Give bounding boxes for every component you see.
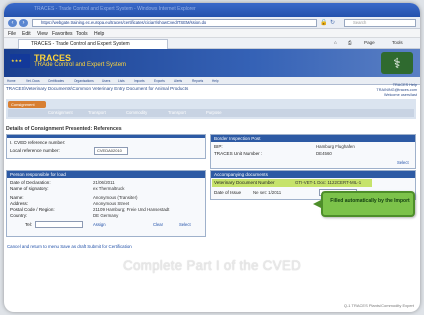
- postal-value: 21109 Hamburg; Freie Und Hansestadt: [93, 207, 170, 212]
- menu-tools[interactable]: Tools: [76, 31, 88, 37]
- menu-view[interactable]: View: [37, 31, 48, 37]
- person-select-link[interactable]: Select: [179, 222, 191, 227]
- traces-unit-label: TRACES Unit Number :: [214, 151, 263, 156]
- auto-fill-callout: Filled automatically by the Import: [313, 191, 415, 217]
- bip-label: BIP:: [214, 144, 223, 149]
- callout-tail: [313, 199, 323, 209]
- address-value: Anonymous Street: [93, 201, 130, 206]
- user-info: TRACES Help TRAINING@traces.com Welcome …: [376, 83, 417, 98]
- reference-panel: I. CVED reference number: Local referenc…: [6, 134, 206, 159]
- country-value: DE Germany: [93, 213, 119, 218]
- vet-doc-value: GTI-VET-1 Doc: 1122CERT-MIL-1: [295, 180, 362, 185]
- progress-consignment[interactable]: Consignment: [8, 101, 46, 108]
- menu-favorites[interactable]: Favorites: [52, 31, 73, 37]
- name-label: Name:: [10, 195, 24, 200]
- tel-input[interactable]: [35, 221, 83, 228]
- traces-menu-home[interactable]: Home: [7, 79, 16, 83]
- tools-menu[interactable]: Tools: [392, 40, 403, 45]
- step-transport-2[interactable]: Transport: [168, 110, 186, 116]
- home-icon[interactable]: ⌂: [334, 40, 337, 45]
- date-declaration-value: 21/06/2011: [93, 180, 115, 185]
- browser-menu-bar: File Edit View Favorites Tools Help: [4, 29, 420, 38]
- assign-link[interactable]: Assign: [93, 222, 106, 227]
- issue-date-label: Date of Issue: [214, 190, 242, 195]
- person-panel-header: Person responsible for load: [7, 171, 205, 178]
- traces-subtitle: TRAde Control and Expert System: [34, 62, 127, 68]
- slide-footer: Q-1 TRACES Plants/Commodity Expert: [343, 303, 414, 308]
- slide-caption: Complete Part I of the CVED: [123, 258, 301, 273]
- traces-menu-alerts[interactable]: Alerts: [174, 79, 182, 83]
- traces-menu-row: Home Vet. Docs Certificates Organisation…: [4, 77, 420, 85]
- bottom-actions[interactable]: Cancel and return to menu Save as draft …: [7, 244, 132, 249]
- traces-menu-exports[interactable]: Exports: [154, 79, 165, 83]
- slide: TRACES - Trade Control and Expert System…: [4, 3, 420, 312]
- breadcrumb: TRACES\Veterinary Documents\Common Veter…: [6, 86, 189, 91]
- address-label: Address:: [10, 201, 29, 206]
- cved-progress: Consignment Validation Consignment Trans…: [6, 99, 416, 119]
- bip-value: Hamburg Flughafen: [316, 144, 355, 149]
- clear-link[interactable]: Clear: [153, 222, 163, 227]
- url-field[interactable]: https://webgate.training.ec.europa.eu/tr…: [32, 19, 317, 27]
- traces-menu-certificates[interactable]: Certificates: [48, 79, 64, 83]
- country-label: Country:: [10, 213, 28, 218]
- step-transport[interactable]: Transport: [88, 110, 106, 116]
- signatory-label: Name of signatory:: [10, 186, 49, 191]
- cved-ref-label: I. CVED reference number:: [10, 140, 66, 145]
- vet-doc-label: Veterinary Document Number: [214, 180, 275, 185]
- traces-menu-help[interactable]: Help: [212, 79, 219, 83]
- accomp-panel-header: Accompanying documents: [211, 171, 415, 178]
- traces-banner: TRACES TRAde Control and Expert System ⚕: [4, 49, 420, 77]
- bip-select-link[interactable]: Select: [397, 160, 409, 165]
- address-bar: ‹ › https://webgate.training.ec.europa.e…: [4, 17, 420, 29]
- menu-edit[interactable]: Edit: [22, 31, 31, 37]
- lock-icon: 🔒: [320, 20, 328, 26]
- tab-bar: TRACES - Trade Control and Expert System…: [4, 38, 420, 49]
- step-purpose[interactable]: Purpose: [206, 110, 222, 116]
- local-ref-label: Local reference number:: [10, 148, 60, 153]
- step-commodity[interactable]: Commodity: [126, 110, 147, 116]
- reference-panel-header: [7, 135, 205, 138]
- refresh-icon[interactable]: ↻: [330, 19, 335, 27]
- date-declaration-label: Date of Declaration:: [10, 180, 51, 185]
- traces-menu-users[interactable]: Users: [102, 79, 110, 83]
- menu-help[interactable]: Help: [94, 31, 104, 37]
- issue-date-note: Ne set: 1/2011: [253, 190, 282, 195]
- eu-flag-icon: [10, 54, 30, 68]
- traces-menu-lists[interactable]: Lists: [118, 79, 125, 83]
- local-ref-input[interactable]: CVEDA02010: [94, 147, 128, 155]
- print-icon[interactable]: ⎙: [348, 40, 352, 45]
- callout-text: Filled automatically by the Import: [330, 198, 410, 204]
- tab-traces[interactable]: TRACES - Trade Control and Expert System: [18, 39, 168, 49]
- person-responsible-panel: Person responsible for load Date of Decl…: [6, 170, 206, 237]
- back-icon[interactable]: ‹: [8, 19, 17, 27]
- window-title-bar: TRACES - Trade Control and Expert System…: [4, 3, 420, 17]
- details-heading: Details of Consignment Presented: Refere…: [6, 126, 122, 132]
- traces-menu-vetdocs[interactable]: Vet. Docs: [26, 79, 40, 83]
- traces-logo-icon: ⚕: [381, 52, 413, 74]
- step-consignment[interactable]: Consignment: [48, 110, 73, 116]
- window-title: TRACES - Trade Control and Expert System…: [34, 6, 196, 12]
- menu-file[interactable]: File: [8, 31, 16, 37]
- bip-panel-header: Border Inspection Post: [211, 135, 415, 142]
- signatory-value: ex Thermaltruck: [93, 186, 125, 191]
- name-value: Anonymous (Transiter): [93, 195, 138, 200]
- forward-icon[interactable]: ›: [19, 19, 28, 27]
- traces-menu-reports[interactable]: Reports: [192, 79, 203, 83]
- traces-menu-imports[interactable]: Imports: [134, 79, 145, 83]
- traces-unit-value: DE4560: [316, 151, 332, 156]
- postal-label: Postal Code / Region:: [10, 207, 55, 212]
- bip-panel: Border Inspection Post BIP: Hamburg Flug…: [210, 134, 416, 169]
- traces-menu-organisations[interactable]: Organisations: [74, 79, 94, 83]
- page-menu[interactable]: Page: [364, 40, 375, 45]
- tel-label: Tel:: [25, 222, 33, 227]
- welcome-link[interactable]: Welcome users/last: [376, 93, 417, 98]
- search-input[interactable]: Search: [344, 19, 416, 27]
